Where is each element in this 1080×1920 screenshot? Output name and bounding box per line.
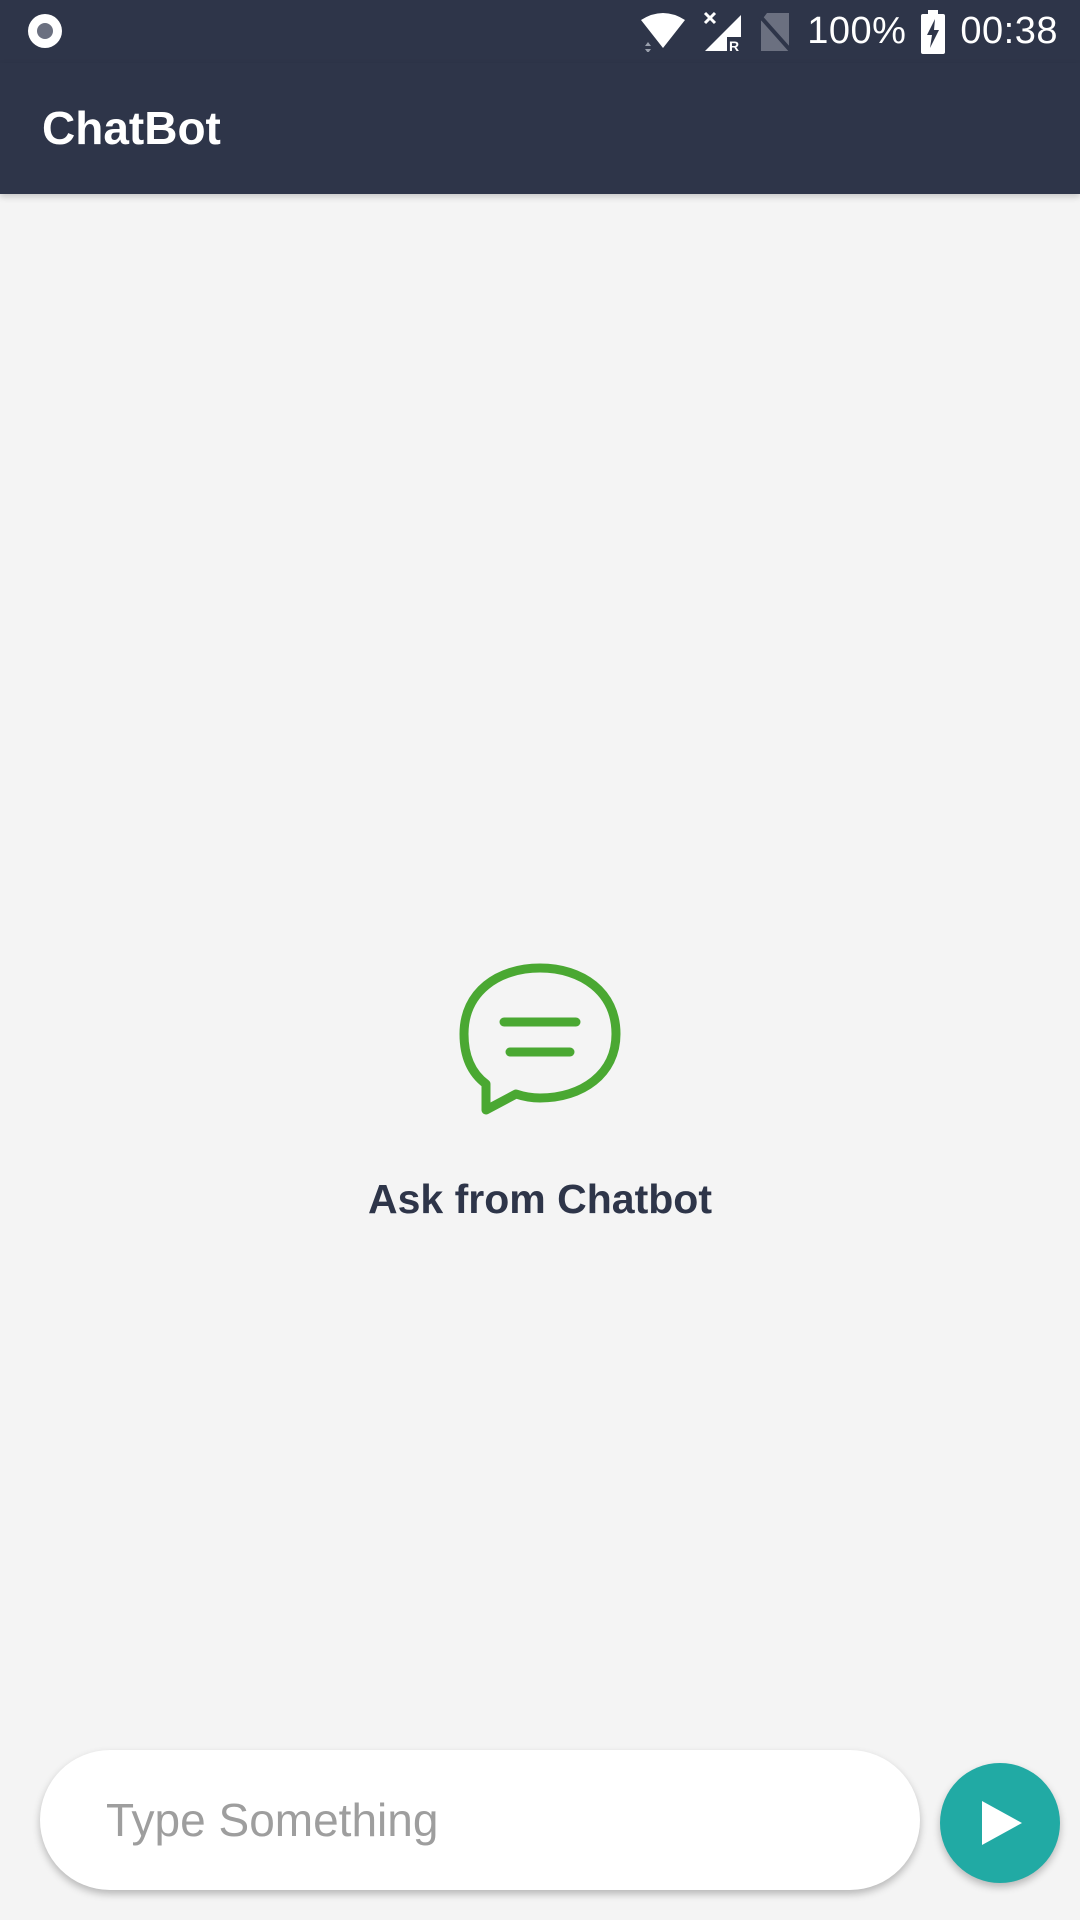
record-icon bbox=[28, 14, 62, 48]
app-bar: ChatBot bbox=[0, 63, 1080, 194]
battery-percent: 100% bbox=[807, 10, 907, 52]
app-title: ChatBot bbox=[42, 102, 221, 154]
wifi-icon bbox=[641, 12, 686, 52]
empty-state: Ask from Chatbot bbox=[0, 960, 1080, 1223]
empty-state-label: Ask from Chatbot bbox=[368, 1176, 712, 1222]
battery-charging-icon bbox=[921, 9, 946, 54]
message-composer bbox=[40, 1750, 920, 1890]
svg-text:R: R bbox=[729, 38, 739, 53]
no-sim-icon bbox=[757, 12, 793, 52]
message-input[interactable] bbox=[104, 1792, 868, 1848]
send-icon bbox=[982, 1801, 1022, 1845]
clock: 00:38 bbox=[960, 10, 1058, 52]
chat-bubble-icon bbox=[459, 963, 621, 1115]
signal-icon: R bbox=[704, 11, 742, 53]
send-button[interactable] bbox=[940, 1763, 1060, 1883]
status-bar: R 100% 00:38 bbox=[0, 0, 1080, 63]
status-icons: R 100% 00:38 bbox=[639, 0, 1058, 63]
